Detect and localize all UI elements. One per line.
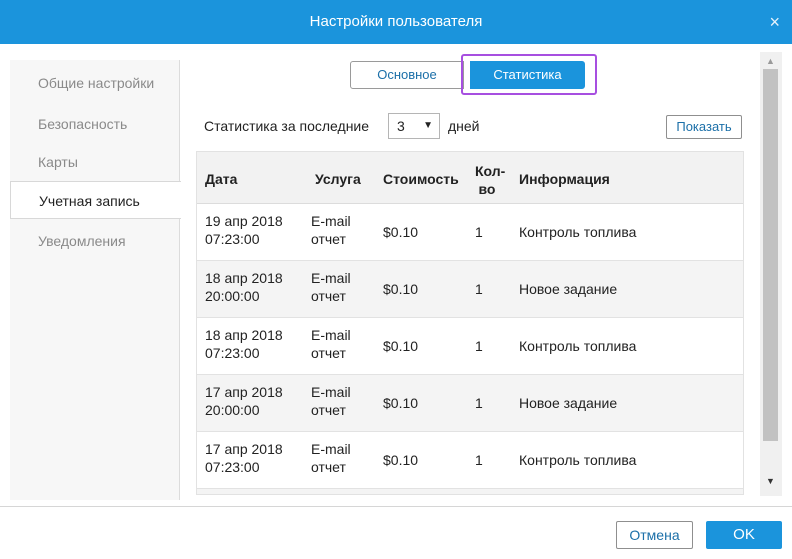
cell-date-time: 07:23:00 (205, 345, 260, 361)
cell-date: 19 апр 2018 07:23:00 (205, 212, 305, 248)
cell-cost: $0.10 (383, 224, 419, 240)
footer-divider (0, 506, 792, 507)
table-row[interactable]: 19 апр 2018 07:23:00 E-mail отчет $0.10 1 … (197, 204, 743, 261)
cell-date-day: 17 апр 2018 (205, 384, 283, 400)
column-service[interactable]: Услуга (315, 171, 361, 187)
column-quantity[interactable]: Кол- во (475, 162, 506, 198)
sidebar-item-account[interactable]: Учетная запись (10, 181, 181, 219)
cell-info: Новое задание (519, 281, 618, 297)
cell-date-time: 07:23:00 (205, 459, 260, 475)
cell-date-time: 20:00:00 (205, 288, 260, 304)
cell-cost: $0.10 (383, 281, 419, 297)
scroll-up-arrow-icon[interactable]: ▲ (766, 56, 775, 66)
cell-service-line2: отчет (311, 345, 346, 361)
vertical-scrollbar[interactable]: ▲ ▼ (760, 52, 782, 496)
column-date[interactable]: Дата (205, 171, 237, 187)
cell-service-line1: E-mail (311, 327, 351, 343)
show-button[interactable]: Показать (666, 115, 742, 139)
cell-service-line2: отчет (311, 402, 346, 418)
sidebar-item-security[interactable]: Безопасность (10, 105, 180, 143)
cell-service-line1: E-mail (311, 384, 351, 400)
cell-quantity: 1 (475, 452, 483, 468)
cell-service: E-mail отчет (311, 212, 371, 248)
cell-quantity: 1 (475, 281, 483, 297)
statistics-table: Дата Услуга Стоимость Кол- во Информация… (196, 151, 744, 495)
chevron-down-icon: ▼ (423, 120, 433, 131)
cell-service: E-mail отчет (311, 269, 371, 305)
cell-date-time: 07:23:00 (205, 231, 260, 247)
cell-date-day: 19 апр 2018 (205, 213, 283, 229)
cell-service: E-mail отчет (311, 326, 371, 362)
cell-quantity: 1 (475, 395, 483, 411)
table-row[interactable]: 17 апр 2018 07:23:00 E-mail отчет $0.10 1 … (197, 432, 743, 489)
cell-date: 17 апр 2018 07:23:00 (205, 440, 305, 476)
cell-service-line1: E-mail (311, 441, 351, 457)
cell-service-line2: отчет (311, 459, 346, 475)
table-header: Дата Услуга Стоимость Кол- во Информация (197, 152, 743, 204)
cell-info: Контроль топлива (519, 224, 637, 240)
cell-date-day: 18 апр 2018 (205, 327, 283, 343)
dialog-title: Настройки пользователя (309, 13, 483, 30)
cell-date-time: 20:00:00 (205, 402, 260, 418)
cell-service-line2: отчет (311, 288, 346, 304)
cell-info: Новое задание (519, 395, 618, 411)
scroll-down-arrow-icon[interactable]: ▼ (766, 476, 775, 486)
table-row-partial[interactable] (197, 489, 743, 494)
cell-cost: $0.10 (383, 452, 419, 468)
ok-button[interactable]: OK (706, 521, 782, 549)
cell-service-line1: E-mail (311, 270, 351, 286)
settings-sidebar: Общие настройки Безопасность Карты Учетн… (10, 60, 181, 500)
sidebar-item-maps[interactable]: Карты (10, 143, 180, 181)
table-row[interactable]: 18 апр 2018 07:23:00 E-mail отчет $0.10 1 … (197, 318, 743, 375)
cell-info: Контроль топлива (519, 338, 637, 354)
days-select[interactable]: 3 ▼ (388, 113, 440, 139)
days-select-value: 3 (397, 118, 405, 134)
close-icon[interactable]: × (769, 12, 780, 32)
tab-main[interactable]: Основное (350, 61, 464, 89)
cell-service: E-mail отчет (311, 383, 371, 419)
cell-date-day: 18 апр 2018 (205, 270, 283, 286)
cell-date-day: 17 апр 2018 (205, 441, 283, 457)
table-row[interactable]: 17 апр 2018 20:00:00 E-mail отчет $0.10 1 … (197, 375, 743, 432)
cell-service-line2: отчет (311, 231, 346, 247)
column-info[interactable]: Информация (519, 171, 610, 187)
cell-service-line1: E-mail (311, 213, 351, 229)
cell-quantity: 1 (475, 224, 483, 240)
column-cost[interactable]: Стоимость (383, 171, 459, 187)
sidebar-item-notifications[interactable]: Уведомления (10, 222, 180, 260)
stats-period-label: Статистика за последние (204, 118, 370, 134)
days-unit-label: дней (448, 118, 480, 134)
tab-statistics-highlight (461, 54, 597, 95)
cancel-button[interactable]: Отмена (616, 521, 693, 549)
cell-date: 18 апр 2018 07:23:00 (205, 326, 305, 362)
column-quantity-line1: Кол- (475, 163, 506, 179)
table-row[interactable]: 18 апр 2018 20:00:00 E-mail отчет $0.10 1 … (197, 261, 743, 318)
cell-cost: $0.10 (383, 338, 419, 354)
column-quantity-line2: во (478, 181, 496, 197)
cell-date: 18 апр 2018 20:00:00 (205, 269, 305, 305)
cell-service: E-mail отчет (311, 440, 371, 476)
cell-cost: $0.10 (383, 395, 419, 411)
sidebar-item-general[interactable]: Общие настройки (10, 64, 180, 102)
cell-date: 17 апр 2018 20:00:00 (205, 383, 305, 419)
cell-quantity: 1 (475, 338, 483, 354)
scrollbar-thumb[interactable] (763, 69, 778, 441)
cell-info: Контроль топлива (519, 452, 637, 468)
dialog-titlebar: Настройки пользователя × (0, 0, 792, 44)
